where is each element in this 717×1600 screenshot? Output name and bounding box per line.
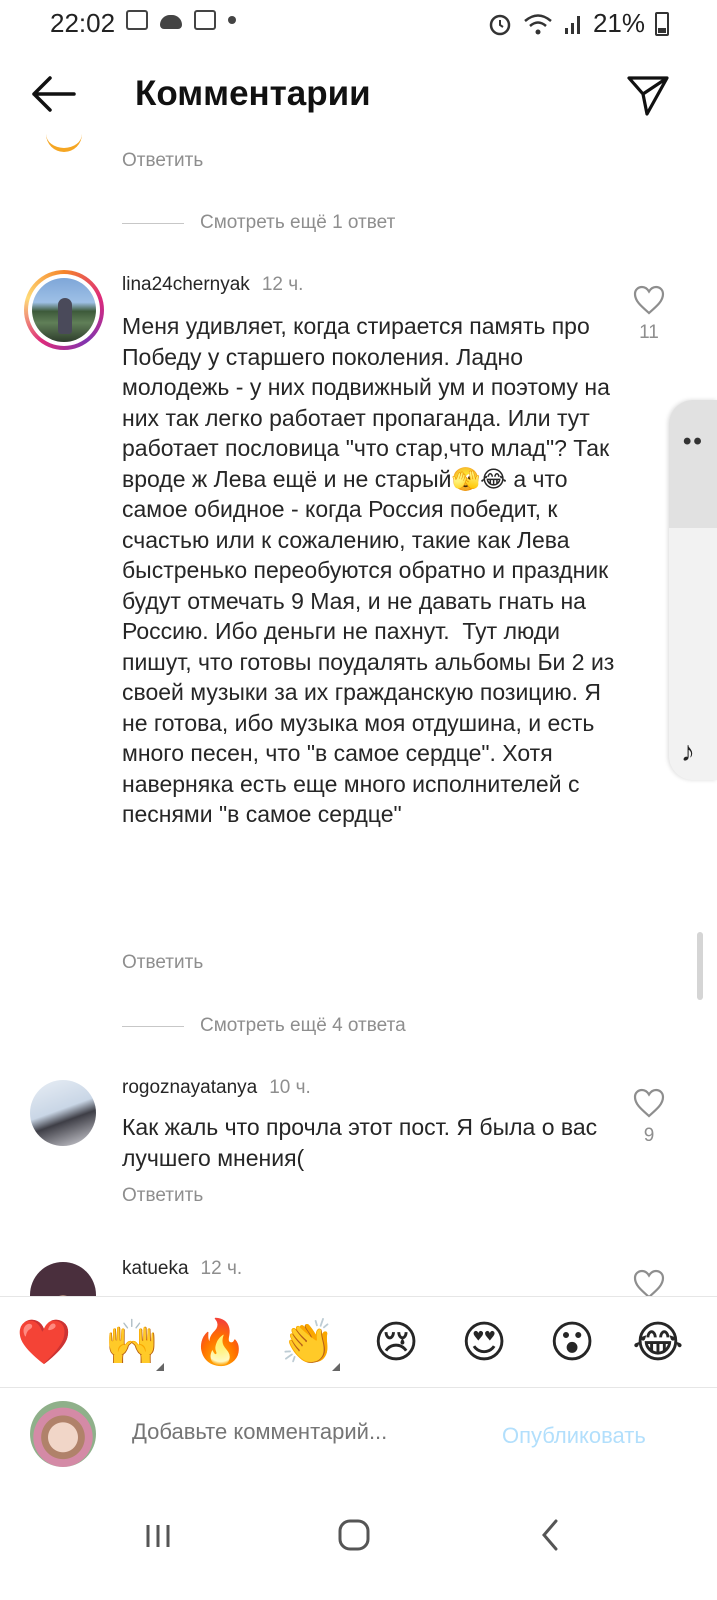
more-notifications-icon — [228, 16, 236, 24]
signal-icon — [564, 15, 580, 34]
username[interactable]: rogoznayatanya — [122, 1077, 257, 1098]
page-title: Комментарии — [135, 74, 371, 113]
emoji-raised-hands-glyph: 🙌 — [104, 1318, 160, 1367]
music-note-icon[interactable]: ♪ — [681, 736, 695, 768]
emoji-clapping-glyph: 👏 — [280, 1318, 336, 1367]
like-count: 11 — [639, 322, 659, 343]
reply-button[interactable]: Ответить — [122, 952, 203, 974]
comment-author[interactable]: lina24chernyak 12 ч. — [122, 274, 303, 296]
avatar[interactable] — [24, 270, 104, 350]
system-icons: 21% — [487, 8, 669, 39]
my-avatar — [30, 1401, 96, 1467]
emoji-surprised[interactable]: 😮 — [544, 1315, 600, 1371]
gallery-icon — [126, 10, 148, 30]
back-nav-icon[interactable] — [520, 1505, 580, 1565]
heart-icon[interactable] — [632, 284, 666, 316]
reply-button[interactable]: Ответить — [122, 150, 203, 172]
skin-tone-indicator — [156, 1363, 164, 1371]
emoji-clapping[interactable]: 👏 — [280, 1315, 340, 1371]
emoji-fire[interactable]: 🔥 — [192, 1315, 248, 1371]
post-button[interactable]: Опубликовать — [502, 1423, 646, 1449]
side-panel-top — [669, 400, 717, 528]
divider — [122, 1025, 184, 1027]
wifi-icon — [524, 13, 552, 34]
calendar-icon — [194, 10, 216, 30]
more-dots-icon[interactable]: •• — [683, 428, 704, 456]
emoji-crying[interactable]: 😢 — [368, 1315, 424, 1371]
status-time: 22:02 — [50, 8, 116, 38]
alarm-icon — [489, 14, 511, 35]
battery-percent: 21% — [592, 8, 645, 38]
share-send-icon[interactable] — [625, 72, 671, 118]
emoji-laughing[interactable]: 😂 — [630, 1315, 686, 1371]
cloud-icon — [160, 15, 182, 29]
notification-icons — [126, 10, 236, 30]
emoji-bar: ❤️ 🙌 🔥 👏 😢 😍 😮 😂 — [0, 1296, 717, 1388]
avatar[interactable] — [30, 1080, 96, 1146]
reply-button[interactable]: Ответить — [122, 1185, 203, 1207]
comment-time: 12 ч. — [200, 1258, 243, 1279]
back-arrow-icon[interactable] — [28, 74, 78, 114]
username[interactable]: lina24chernyak — [122, 274, 250, 295]
skin-tone-indicator — [332, 1363, 340, 1371]
comment-input[interactable] — [132, 1419, 482, 1445]
comment-time: 10 ч. — [269, 1077, 311, 1098]
status-bar: 22:02 21% — [0, 0, 717, 48]
view-more-replies-button[interactable]: Смотреть ещё 1 ответ — [122, 212, 395, 234]
comment-time: 12 ч. — [261, 274, 304, 295]
like-count: 9 — [643, 1125, 655, 1146]
battery-icon — [655, 11, 669, 36]
system-nav-bar — [0, 1489, 717, 1600]
view-more-replies-label: Смотреть ещё 4 ответа — [200, 1015, 406, 1036]
view-more-replies-label: Смотреть ещё 1 ответ — [200, 212, 396, 233]
username[interactable]: katueka — [122, 1258, 189, 1279]
avatar[interactable] — [46, 126, 82, 152]
divider — [122, 222, 184, 224]
header: Комментарии — [0, 60, 717, 130]
comment-author[interactable]: rogoznayatanya 10 ч. — [122, 1077, 311, 1099]
comment-text: Как жаль что прочла этот пост. Я была о … — [122, 1114, 604, 1171]
home-icon[interactable] — [324, 1505, 384, 1565]
comment-author[interactable]: katueka 12 ч. — [122, 1258, 242, 1280]
comment-composer: Опубликовать — [0, 1389, 717, 1489]
emoji-heart-eyes[interactable]: 😍 — [456, 1315, 512, 1371]
side-panel-handle[interactable]: •• ♪ — [669, 400, 717, 780]
view-more-replies-button[interactable]: Смотреть ещё 4 ответа — [122, 1015, 406, 1037]
emoji-raised-hands[interactable]: 🙌 — [104, 1315, 164, 1371]
scrollbar[interactable] — [697, 932, 703, 1000]
comment-text: Меня удивляет, когда стирается память пр… — [122, 313, 621, 827]
heart-icon[interactable] — [632, 1087, 666, 1119]
recent-apps-icon[interactable] — [128, 1505, 188, 1565]
emoji-heart[interactable]: ❤️ — [16, 1315, 72, 1371]
